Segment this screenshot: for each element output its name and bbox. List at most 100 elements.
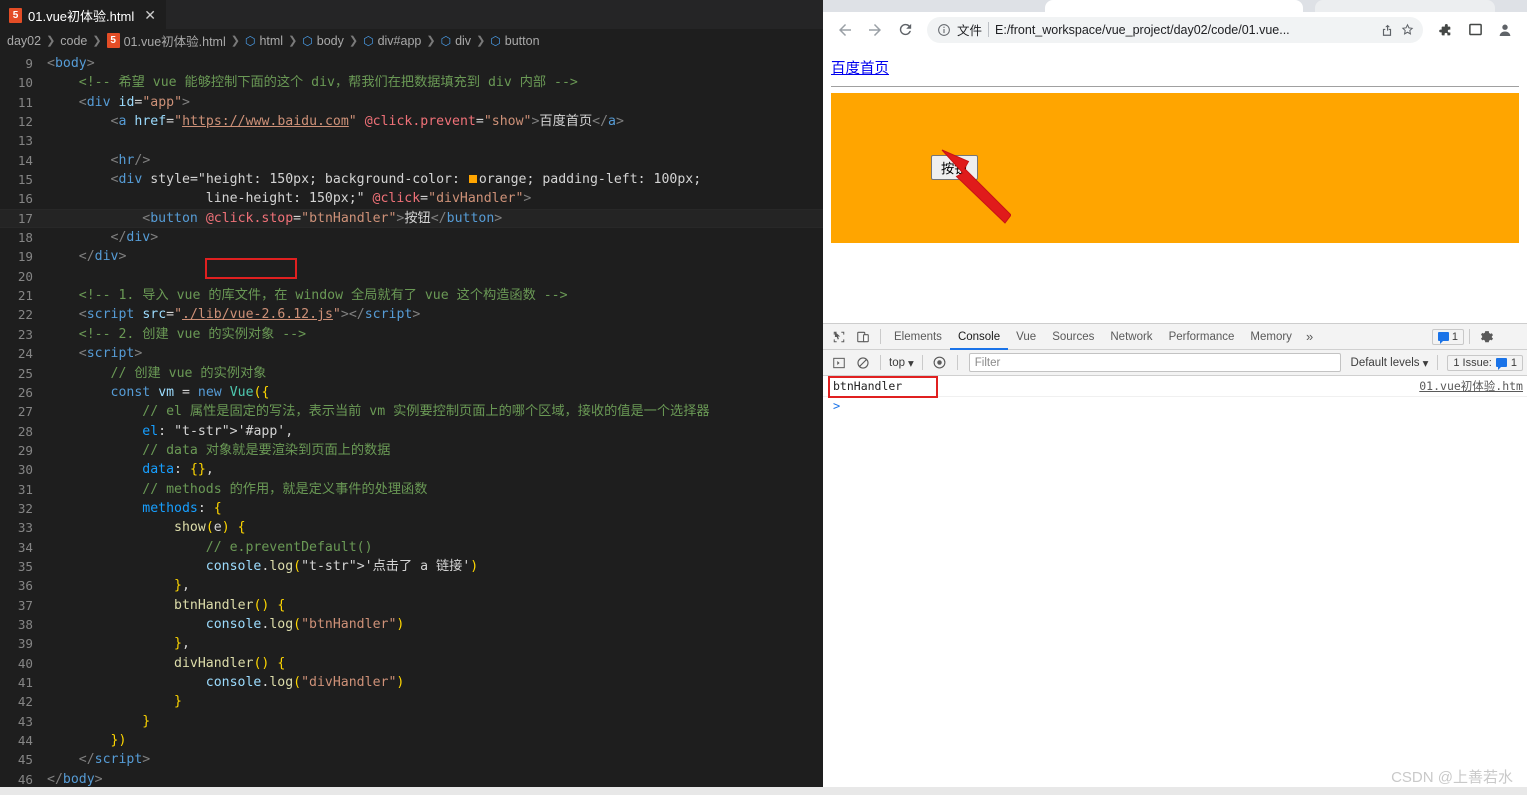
more-tabs-icon[interactable]: » [1300,329,1319,344]
close-icon[interactable]: ✕ [144,8,156,22]
code-line[interactable]: 43 } [0,712,823,731]
breadcrumb-item-div#app[interactable]: ⬡ div#app [363,34,421,48]
side-panel-icon[interactable] [1461,16,1489,44]
star-icon[interactable] [1400,22,1415,37]
breadcrumb-item-day02[interactable]: day02 [7,34,41,48]
code-line[interactable]: 30 data: {}, [0,460,823,479]
code-line[interactable]: 45 </script> [0,750,823,769]
code-line[interactable]: 9 <body> [0,54,823,73]
breadcrumb-item-html[interactable]: ⬡ html [245,34,283,48]
address-bar[interactable]: 文件 E:/front_workspace/vue_project/day02/… [927,16,1423,43]
clear-console-icon[interactable] [851,352,875,374]
devtools-tab-vue[interactable]: Vue [1008,324,1044,350]
console-output[interactable]: btnHandler 01.vue初体验.htm > CSDN @上善若水 [823,376,1527,795]
line-number: 14 [17,152,33,168]
code-line[interactable]: 41 console.log("divHandler") [0,673,823,692]
line-number: 10 [17,75,33,91]
code-line[interactable]: 17 <button @click.stop="btnHandler">按钮</… [0,208,823,229]
reload-icon[interactable] [891,16,919,44]
devtools-tab-memory[interactable]: Memory [1242,324,1300,350]
code-line[interactable]: 44 }) [0,731,823,750]
inspect-element-icon[interactable] [827,326,851,348]
device-toolbar-icon[interactable] [851,326,875,348]
line-number: 27 [17,404,33,420]
line-number: 34 [17,539,33,555]
line-number: 9 [25,56,33,71]
code-line[interactable]: 26 const vm = new Vue({ [0,383,823,402]
code-line[interactable]: 18 </div> [0,228,823,247]
forward-arrow-icon[interactable] [861,16,889,44]
console-prompt[interactable]: > [823,397,1527,415]
code-line[interactable]: 20 [0,267,823,286]
console-source-link[interactable]: 01.vue初体验.htm [1419,378,1523,394]
code-line-text: </div> [110,230,159,246]
devtools-tab-console[interactable]: Console [950,324,1008,350]
code-line-text: <!-- 2. 创建 vue 的实例对象 --> [78,326,307,342]
demo-button[interactable]: 按钮 [931,155,978,181]
issues-badge[interactable]: 1 Issue: 1 [1447,354,1523,371]
back-arrow-icon[interactable] [831,16,859,44]
console-filter-input[interactable] [968,353,1341,372]
code-line[interactable]: 10 <!-- 希望 vue 能够控制下面的这个 div，帮我们在把数据填充到 … [0,73,823,92]
code-line[interactable]: 33 show(e) { [0,518,823,537]
devtools-tab-sources[interactable]: Sources [1044,324,1102,350]
code-line-text: console.log("btnHandler") [205,616,405,632]
console-sidebar-icon[interactable] [827,352,851,374]
code-line[interactable]: 15 <div style="height: 150px; background… [0,170,823,189]
code-line[interactable]: 16 line-height: 150px;" @click="divHandl… [0,189,823,208]
code-line[interactable]: 14 <hr/> [0,151,823,170]
code-line[interactable]: 25 // 创建 vue 的实例对象 [0,364,823,383]
code-line[interactable]: 31 // methods 的作用，就是定义事件的处理函数 [0,480,823,499]
code-line[interactable]: 36 }, [0,576,823,595]
log-levels-select[interactable]: Default levels ▾ [1347,356,1433,370]
breadcrumb-item-div[interactable]: ⬡ div [441,34,471,48]
orange-div-container[interactable]: 按钮 [831,93,1519,243]
code-line[interactable]: 38 console.log("btnHandler") [0,615,823,634]
avatar-icon[interactable] [1491,16,1519,44]
editor-tab-active[interactable]: 5 01.vue初体验.html ✕ [0,0,166,29]
code-line[interactable]: 35 console.log("t-str">'点击了 a 链接') [0,557,823,576]
breadcrumb-item-code[interactable]: code [60,34,87,48]
share-icon[interactable] [1380,23,1394,37]
gear-icon[interactable] [1475,326,1499,348]
execution-context-select[interactable]: top ▾ [886,356,917,370]
breadcrumb-item-button[interactable]: ⬡ button [490,34,539,48]
devtools-menu-icon[interactable] [1499,326,1523,348]
live-expression-eye-icon[interactable] [928,352,952,374]
code-line[interactable]: 22 <script src="./lib/vue-2.6.12.js"></s… [0,305,823,324]
puzzle-extensions-icon[interactable] [1431,16,1459,44]
code-line[interactable]: 13 [0,131,823,150]
code-line[interactable]: 37 btnHandler() { [0,596,823,615]
code-line[interactable]: 24 <script> [0,344,823,363]
devtools-tab-network[interactable]: Network [1102,324,1160,350]
code-line[interactable]: 40 divHandler() { [0,654,823,673]
code-line[interactable]: 11 <div id="app"> [0,93,823,112]
browser-tab-active[interactable] [1045,0,1303,12]
line-number: 43 [17,713,33,729]
code-line[interactable]: 29 // data 对象就是要渲染到页面上的数据 [0,441,823,460]
code-editor-content[interactable]: 9 <body> 10 <!-- 希望 vue 能够控制下面的这个 div，帮我们在… [0,52,823,795]
browser-tab-inactive[interactable] [1315,0,1495,12]
baidu-link[interactable]: 百度首页 [831,57,889,78]
code-line[interactable]: 21 <!-- 1. 导入 vue 的库文件，在 window 全局就有了 vu… [0,286,823,305]
devtools-tab-elements[interactable]: Elements [886,324,950,350]
code-line[interactable]: 34 // e.preventDefault() [0,538,823,557]
message-count-badge[interactable]: 1 [1431,328,1464,345]
code-line[interactable]: 23 <!-- 2. 创建 vue 的实例对象 --> [0,325,823,344]
code-line[interactable]: 12 <a href="https://www.baidu.com" @clic… [0,112,823,131]
code-line-text: show(e) { [174,520,246,536]
info-circle-icon[interactable] [937,23,951,37]
code-line-text: </script> [78,752,151,768]
code-line[interactable]: 19 </div> [0,247,823,266]
devtools-tab-performance[interactable]: Performance [1161,324,1243,350]
code-line[interactable]: 28 el: "t-str">'#app', [0,422,823,441]
breadcrumb-item-01vuehtml[interactable]: 5 01.vue初体验.html [106,31,226,50]
console-message-row[interactable]: btnHandler 01.vue初体验.htm [823,376,1527,397]
code-line[interactable]: 42 } [0,692,823,711]
breadcrumb-separator: ❯ [426,35,436,47]
code-line[interactable]: 32 methods: { [0,499,823,518]
breadcrumb-item-body[interactable]: ⬡ body [302,34,344,48]
code-line[interactable]: 27 // el 属性是固定的写法，表示当前 vm 实例要控制页面上的哪个区域，… [0,402,823,421]
line-number: 21 [17,288,33,304]
code-line[interactable]: 39 }, [0,634,823,653]
